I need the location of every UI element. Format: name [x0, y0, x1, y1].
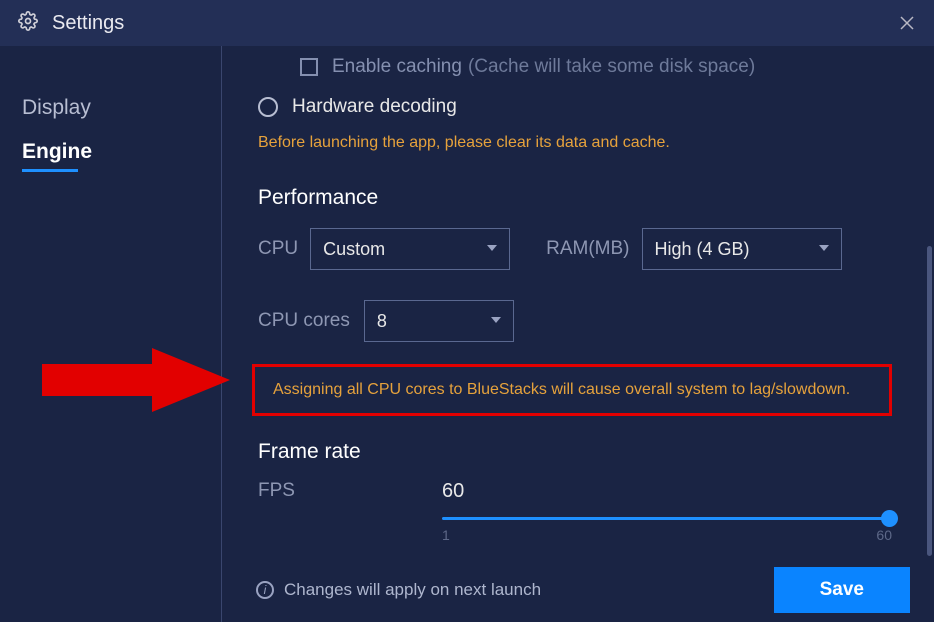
- fps-value: 60: [442, 480, 464, 503]
- slider-max: 60: [876, 527, 892, 543]
- checkbox-icon: [300, 58, 318, 76]
- slider-min: 1: [442, 527, 450, 543]
- scrollbar-thumb[interactable]: [927, 246, 932, 556]
- ram-label: RAM(MB): [546, 238, 629, 260]
- clear-cache-warning: Before launching the app, please clear i…: [258, 134, 908, 152]
- footer: i Changes will apply on next launch Save: [256, 580, 910, 600]
- save-button[interactable]: Save: [774, 567, 910, 613]
- fps-slider[interactable]: 1 60: [442, 517, 892, 520]
- slider-thumb[interactable]: [881, 510, 898, 527]
- cpu-select[interactable]: Custom: [310, 228, 510, 270]
- info-icon: i: [256, 581, 274, 599]
- sidebar: Display Engine: [0, 46, 222, 622]
- close-icon[interactable]: [898, 14, 916, 37]
- enable-caching-checkbox[interactable]: Enable caching (Cache will take some dis…: [300, 56, 908, 78]
- fps-label: FPS: [258, 480, 442, 503]
- content-pane: Enable caching (Cache will take some dis…: [222, 46, 934, 622]
- titlebar: Settings: [0, 0, 934, 46]
- cpu-select-value: Custom: [323, 239, 385, 260]
- gear-icon: [18, 11, 38, 36]
- chevron-down-icon: [491, 317, 501, 323]
- window-title: Settings: [52, 12, 124, 35]
- footer-note: Changes will apply on next launch: [284, 580, 541, 600]
- ram-select[interactable]: High (4 GB): [642, 228, 842, 270]
- chevron-down-icon: [819, 245, 829, 251]
- hardware-decoding-radio[interactable]: Hardware decoding: [258, 96, 908, 118]
- frame-rate-heading: Frame rate: [258, 440, 908, 464]
- cpu-label: CPU: [258, 238, 298, 260]
- performance-heading: Performance: [258, 186, 908, 210]
- hardware-decoding-label: Hardware decoding: [292, 96, 457, 118]
- radio-icon: [258, 97, 278, 117]
- chevron-down-icon: [487, 245, 497, 251]
- sidebar-item-engine[interactable]: Engine: [0, 130, 221, 174]
- ram-select-value: High (4 GB): [655, 239, 750, 260]
- sidebar-item-display[interactable]: Display: [0, 86, 221, 130]
- slider-track: [442, 517, 892, 520]
- cpu-cores-value: 8: [377, 311, 387, 332]
- enable-caching-hint: (Cache will take some disk space): [468, 56, 755, 78]
- cpu-cores-select[interactable]: 8: [364, 300, 514, 342]
- cpu-cores-label: CPU cores: [258, 310, 350, 332]
- cpu-cores-warning: Assigning all CPU cores to BlueStacks wi…: [252, 364, 892, 416]
- enable-caching-label: Enable caching: [332, 56, 462, 78]
